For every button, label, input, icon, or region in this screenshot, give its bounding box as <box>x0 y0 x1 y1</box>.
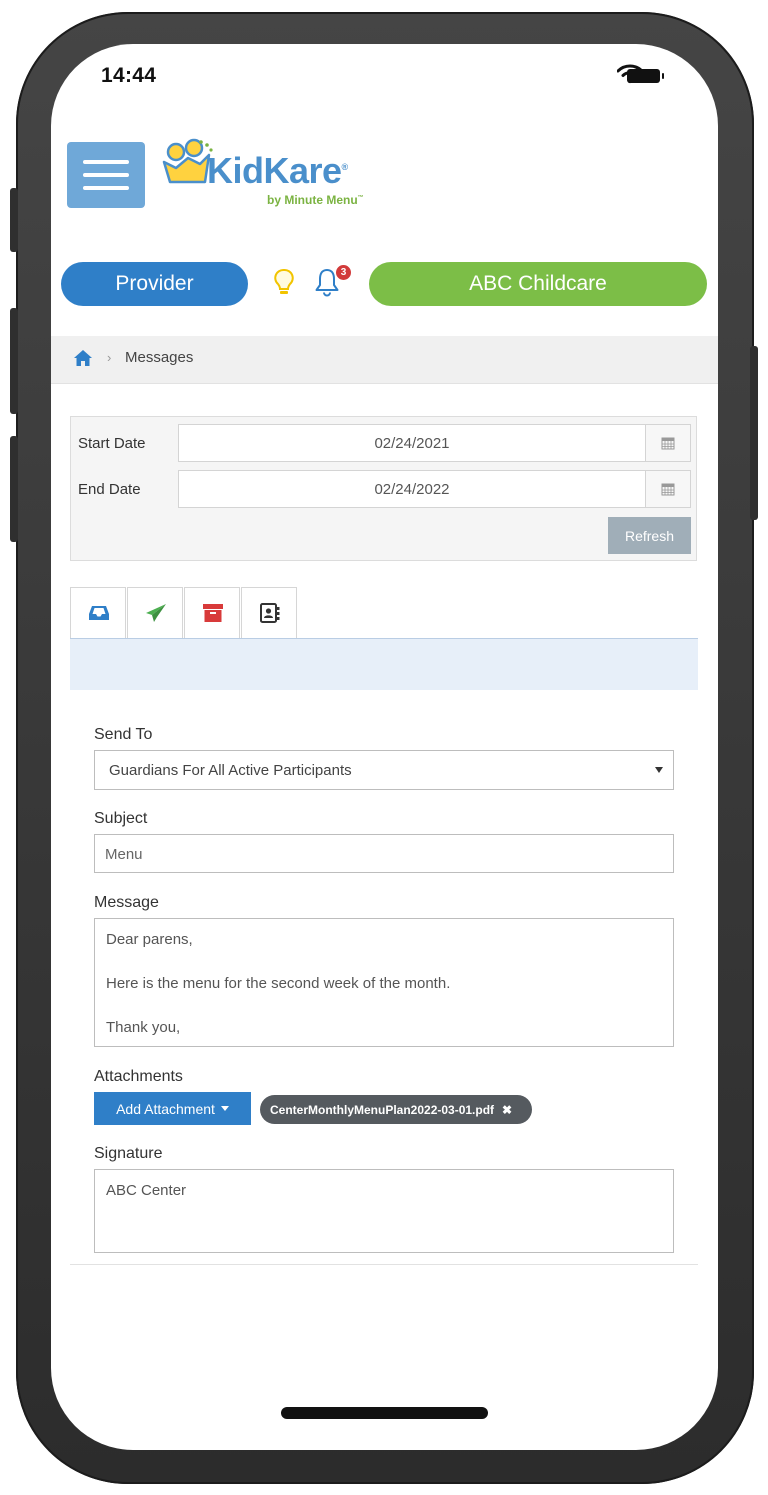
mute-switch <box>10 188 18 252</box>
attachment-chip: CenterMonthlyMenuPlan2022-03-01.pdf ✖ <box>260 1095 532 1124</box>
home-icon[interactable] <box>73 349 93 367</box>
status-time: 14:44 <box>101 64 157 87</box>
inbox-icon <box>89 606 109 620</box>
calendar-icon <box>661 437 675 450</box>
power-button <box>750 346 758 520</box>
message-textarea[interactable]: Dear parens, Here is the menu for the se… <box>94 918 674 1047</box>
hamburger-menu-button[interactable] <box>67 142 145 208</box>
subject-value: Menu <box>105 846 143 863</box>
logo-wordmark: KidKare® <box>207 150 348 191</box>
contacts-icon <box>260 603 280 623</box>
add-attachment-label: Add Attachment <box>116 1100 215 1117</box>
calendar-icon <box>661 483 675 496</box>
start-date-input[interactable]: 02/24/2021 <box>178 424 646 462</box>
breadcrumb-current: Messages <box>125 349 194 366</box>
refresh-button[interactable]: Refresh <box>608 517 691 554</box>
attachments-label: Attachments <box>94 1068 183 1085</box>
signature-textarea[interactable]: ABC Center <box>94 1169 674 1253</box>
notification-count-badge: 3 <box>336 265 351 280</box>
send-to-value: Guardians For All Active Participants <box>109 762 352 779</box>
message-label: Message <box>94 894 159 911</box>
tab-contacts[interactable] <box>241 587 297 638</box>
battery-icon <box>627 69 664 83</box>
signature-label: Signature <box>94 1145 163 1162</box>
logo-tagline: by Minute Menu™ <box>267 193 364 207</box>
send-to-select[interactable]: Guardians For All Active Participants <box>94 750 674 790</box>
tab-inbox[interactable] <box>70 587 126 638</box>
center-selector-button[interactable]: ABC Childcare <box>369 262 707 306</box>
signature-value: ABC Center <box>106 1182 187 1199</box>
date-filter-panel: Start Date 02/24/2021 End Date 02/24/202… <box>70 416 697 561</box>
attachment-filename: CenterMonthlyMenuPlan2022-03-01.pdf <box>270 1102 495 1117</box>
end-date-label: End Date <box>78 481 141 498</box>
volume-down-button <box>10 436 18 542</box>
home-indicator[interactable] <box>281 1407 488 1419</box>
add-attachment-button[interactable]: Add Attachment <box>94 1092 251 1125</box>
end-date-calendar-button[interactable] <box>646 470 691 508</box>
message-line: Dear parens, <box>106 931 193 948</box>
message-line: Thank you, <box>106 1019 181 1036</box>
start-date-calendar-button[interactable] <box>646 424 691 462</box>
tab-content-header <box>70 638 698 690</box>
subject-label: Subject <box>94 810 148 827</box>
archive-icon <box>203 604 223 622</box>
end-date-input[interactable]: 02/24/2022 <box>178 470 646 508</box>
lightbulb-icon[interactable] <box>273 268 295 298</box>
breadcrumb: › Messages <box>51 336 718 384</box>
provider-role-button[interactable]: Provider <box>61 262 248 306</box>
subject-input[interactable]: Menu <box>94 834 674 873</box>
dropdown-caret-icon <box>220 1106 229 1111</box>
remove-attachment-icon[interactable]: ✖ <box>502 1103 512 1117</box>
app-screen: 14:44 KidKare® by Minute Menu™ Provider … <box>51 44 718 1450</box>
tab-archive[interactable] <box>184 587 240 638</box>
kidkare-logo[interactable]: KidKare® by Minute Menu™ <box>161 136 421 214</box>
breadcrumb-separator: › <box>107 350 112 365</box>
tab-sent[interactable] <box>127 587 183 638</box>
kids-mascot-icon <box>162 138 213 184</box>
start-date-label: Start Date <box>78 435 146 452</box>
message-line: Here is the menu for the second week of … <box>106 975 451 992</box>
paper-plane-icon <box>146 604 166 622</box>
send-to-label: Send To <box>94 726 153 743</box>
volume-up-button <box>10 308 18 414</box>
dropdown-caret-icon <box>655 767 663 773</box>
